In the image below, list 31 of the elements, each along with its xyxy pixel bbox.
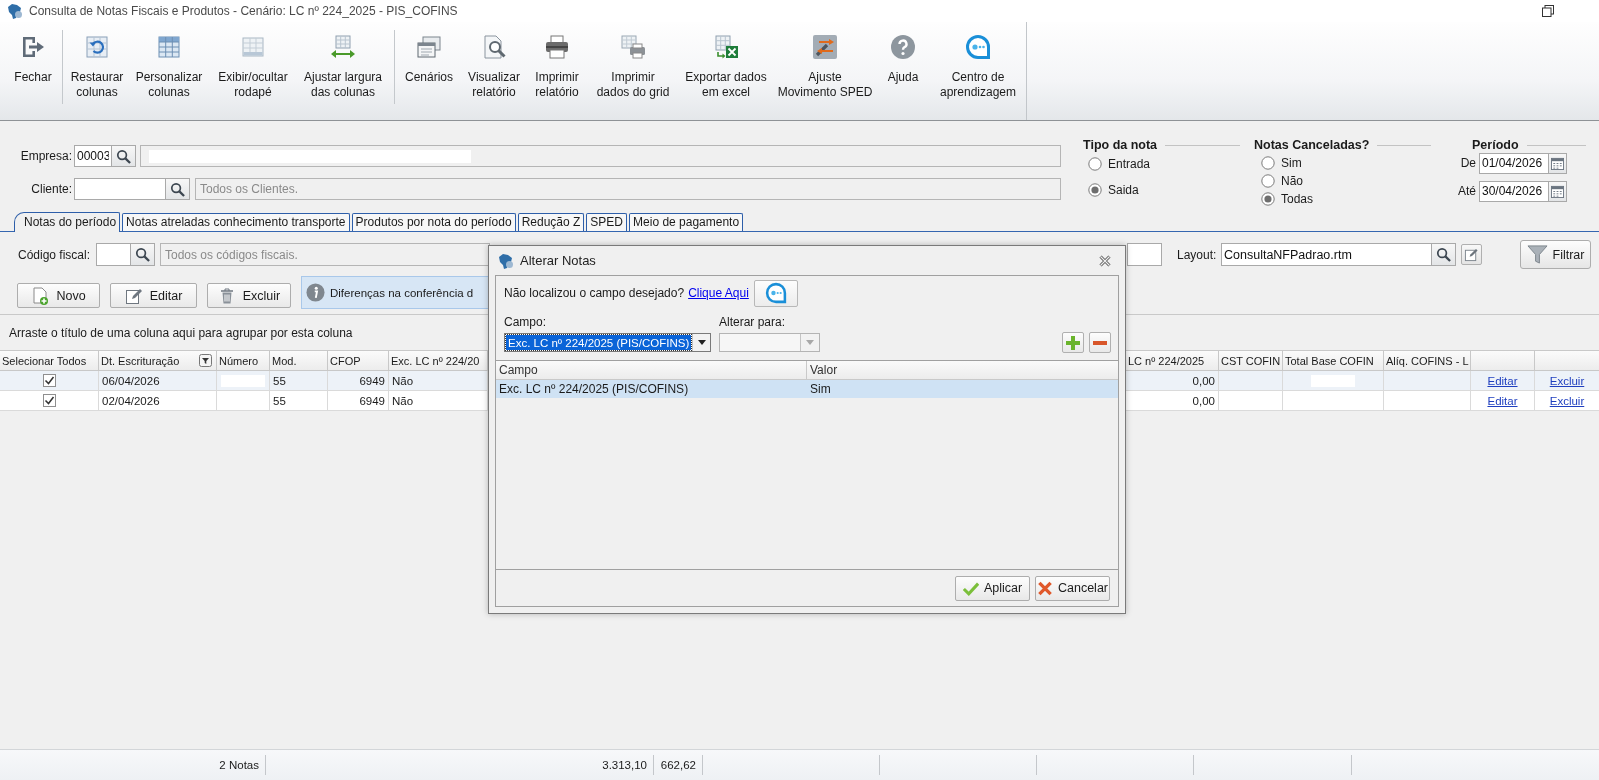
field-label: De [1459, 156, 1477, 170]
group-title: Notas Canceladas? [1254, 138, 1370, 152]
table-cell: 0,00 [1192, 394, 1215, 407]
table-cell: 0,00 [1192, 374, 1215, 387]
status-text: 3.313,10 [602, 759, 647, 771]
table-cell: 55 [273, 374, 286, 387]
table-cell: 06/04/2026 [102, 374, 160, 387]
dialog-title: Alterar Notas [520, 253, 596, 268]
field-label: Cliente: [30, 182, 73, 196]
table-cell-text: Sim [809, 381, 832, 398]
field-label: Empresa: [19, 149, 73, 163]
field-label: Até [1457, 184, 1477, 198]
table-cell: 6949 [359, 394, 385, 407]
group-title: Período [1472, 138, 1519, 152]
hint-text: Não localizou o campo desejado? [504, 286, 685, 300]
table-cell: 6949 [359, 374, 385, 387]
field-label: Campo: [504, 315, 548, 329]
status-text: 662,62 [660, 759, 696, 771]
info-text: Diferenças na conferência d [330, 286, 474, 299]
field-label: Layout: [1177, 247, 1218, 262]
window-title: Consulta de Notas Fiscais e Produtos - Cenário: LC nº 224_2025 - PIS_COFINS [29, 4, 458, 18]
table-cell: Não [392, 374, 414, 387]
field-label: Alterar para: [719, 315, 786, 329]
group-title: Tipo da nota [1083, 138, 1158, 152]
table-cell: 02/04/2026 [102, 394, 160, 407]
table-cell: 55 [273, 394, 286, 407]
field-label: Código fiscal: [18, 247, 92, 262]
group-by-hint: Arraste o título de uma coluna aqui para agrupar por esta coluna [9, 325, 353, 340]
table-cell-text: Exc. LC nº 224/2025 (PIS/COFINS) [498, 381, 690, 398]
table-cell: Não [392, 394, 414, 407]
status-text: 2 Notas [219, 759, 259, 771]
